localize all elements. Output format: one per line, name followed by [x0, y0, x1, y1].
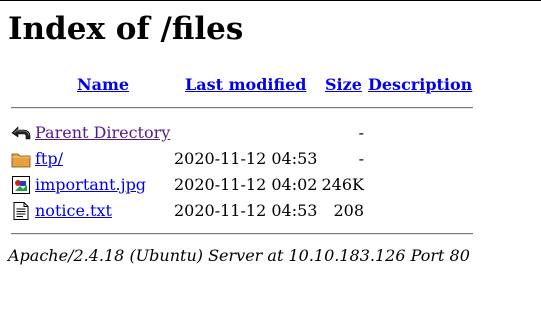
table-row-parent-directory: Parent Directory -: [0, 119, 541, 145]
size-cell: 246K: [321, 175, 365, 194]
size-cell: -: [358, 149, 364, 168]
table-row-important-jpg: important.jpg 2020-11-12 04:02 246K: [0, 171, 541, 197]
important-jpg-link[interactable]: important.jpg: [35, 175, 146, 195]
size-cell: -: [358, 123, 364, 142]
back-arrow-icon: [11, 123, 31, 143]
image-file-icon: [11, 175, 31, 195]
last-modified-cell: 2020-11-12 04:02: [174, 175, 318, 194]
ftp-folder-link[interactable]: ftp/: [35, 149, 63, 169]
text-file-icon: [11, 201, 31, 221]
notice-txt-link[interactable]: notice.txt: [35, 201, 112, 221]
folder-icon: [11, 149, 31, 169]
page-title: Index of /files: [8, 11, 244, 47]
sort-by-last-modified-link[interactable]: Last modified: [185, 75, 306, 95]
header-divider: [11, 107, 473, 109]
last-modified-cell: 2020-11-12 04:53: [174, 149, 318, 168]
footer-divider: [11, 233, 473, 235]
parent-directory-link[interactable]: Parent Directory: [35, 123, 170, 143]
table-row-ftp: ftp/ 2020-11-12 04:53 -: [0, 145, 541, 171]
sort-by-description-link[interactable]: Description: [368, 75, 472, 95]
table-row-notice-txt: notice.txt 2020-11-12 04:53 208: [0, 197, 541, 223]
sort-by-size-link[interactable]: Size: [325, 75, 362, 95]
server-signature: Apache/2.4.18 (Ubuntu) Server at 10.10.1…: [8, 246, 470, 265]
last-modified-cell: 2020-11-12 04:53: [174, 201, 318, 220]
size-cell: 208: [333, 201, 364, 220]
sort-by-name-link[interactable]: Name: [77, 75, 129, 95]
